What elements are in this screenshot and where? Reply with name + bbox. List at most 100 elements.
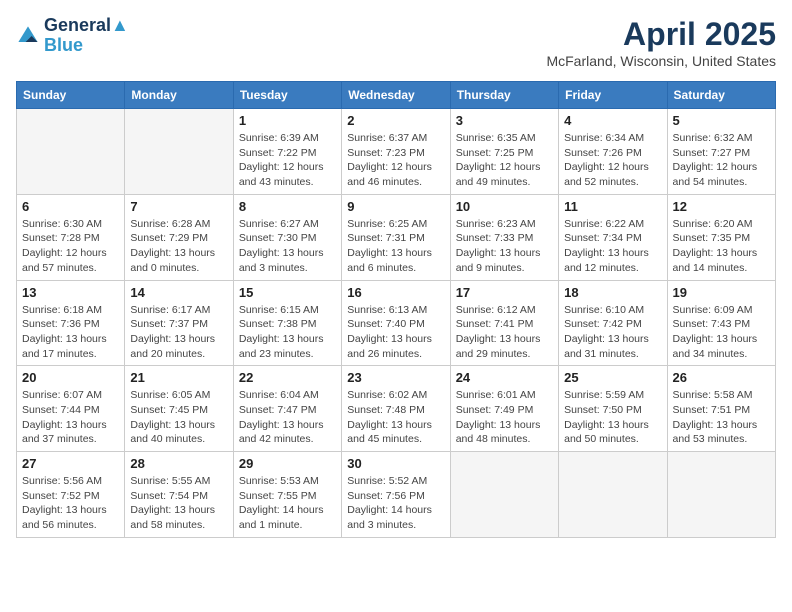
day-info: Sunrise: 6:27 AM Sunset: 7:30 PM Dayligh… [239,217,336,276]
day-info: Sunrise: 5:59 AM Sunset: 7:50 PM Dayligh… [564,388,661,447]
day-number: 29 [239,456,336,471]
day-info: Sunrise: 6:18 AM Sunset: 7:36 PM Dayligh… [22,303,119,362]
logo-icon [16,24,40,48]
calendar-cell: 1 Sunrise: 6:39 AM Sunset: 7:22 PM Daylig… [233,109,341,195]
column-header-thursday: Thursday [450,82,558,109]
day-number: 3 [456,113,553,128]
day-number: 1 [239,113,336,128]
day-info: Sunrise: 6:12 AM Sunset: 7:41 PM Dayligh… [456,303,553,362]
day-info: Sunrise: 6:17 AM Sunset: 7:37 PM Dayligh… [130,303,227,362]
calendar-cell: 23 Sunrise: 6:02 AM Sunset: 7:48 PM Dayli… [342,366,450,452]
day-info: Sunrise: 6:15 AM Sunset: 7:38 PM Dayligh… [239,303,336,362]
day-info: Sunrise: 6:37 AM Sunset: 7:23 PM Dayligh… [347,131,444,190]
calendar-title: April 2025 [546,16,776,53]
day-number: 27 [22,456,119,471]
day-number: 20 [22,370,119,385]
day-number: 25 [564,370,661,385]
calendar-cell: 25 Sunrise: 5:59 AM Sunset: 7:50 PM Dayli… [559,366,667,452]
day-info: Sunrise: 6:04 AM Sunset: 7:47 PM Dayligh… [239,388,336,447]
day-number: 14 [130,285,227,300]
calendar-cell: 3 Sunrise: 6:35 AM Sunset: 7:25 PM Daylig… [450,109,558,195]
calendar-cell [17,109,125,195]
calendar-cell: 18 Sunrise: 6:10 AM Sunset: 7:42 PM Dayli… [559,280,667,366]
column-header-tuesday: Tuesday [233,82,341,109]
day-number: 30 [347,456,444,471]
day-info: Sunrise: 5:52 AM Sunset: 7:56 PM Dayligh… [347,474,444,533]
calendar-cell: 15 Sunrise: 6:15 AM Sunset: 7:38 PM Dayli… [233,280,341,366]
logo-text: General▲ Blue [44,16,129,56]
day-number: 28 [130,456,227,471]
calendar-cell: 22 Sunrise: 6:04 AM Sunset: 7:47 PM Dayli… [233,366,341,452]
calendar-cell: 28 Sunrise: 5:55 AM Sunset: 7:54 PM Dayli… [125,452,233,538]
calendar-cell [667,452,775,538]
calendar-cell: 13 Sunrise: 6:18 AM Sunset: 7:36 PM Dayli… [17,280,125,366]
calendar-header-row: SundayMondayTuesdayWednesdayThursdayFrid… [17,82,776,109]
day-info: Sunrise: 6:09 AM Sunset: 7:43 PM Dayligh… [673,303,770,362]
day-info: Sunrise: 6:10 AM Sunset: 7:42 PM Dayligh… [564,303,661,362]
calendar-cell: 7 Sunrise: 6:28 AM Sunset: 7:29 PM Daylig… [125,194,233,280]
day-number: 16 [347,285,444,300]
day-info: Sunrise: 6:13 AM Sunset: 7:40 PM Dayligh… [347,303,444,362]
day-info: Sunrise: 6:23 AM Sunset: 7:33 PM Dayligh… [456,217,553,276]
day-number: 10 [456,199,553,214]
day-number: 18 [564,285,661,300]
calendar-cell: 17Sunrise: 6:12 AM Sunset: 7:41 PM Dayli… [450,280,558,366]
day-info: Sunrise: 6:34 AM Sunset: 7:26 PM Dayligh… [564,131,661,190]
day-number: 2 [347,113,444,128]
calendar-cell: 30 Sunrise: 5:52 AM Sunset: 7:56 PM Dayli… [342,452,450,538]
calendar-week-row: 27Sunrise: 5:56 AM Sunset: 7:52 PM Dayli… [17,452,776,538]
calendar-cell: 5Sunrise: 6:32 AM Sunset: 7:27 PM Daylig… [667,109,775,195]
column-header-monday: Monday [125,82,233,109]
calendar-subtitle: McFarland, Wisconsin, United States [546,53,776,69]
day-info: Sunrise: 6:02 AM Sunset: 7:48 PM Dayligh… [347,388,444,447]
calendar-cell: 19 Sunrise: 6:09 AM Sunset: 7:43 PM Dayli… [667,280,775,366]
calendar-cell: 21Sunrise: 6:05 AM Sunset: 7:45 PM Dayli… [125,366,233,452]
calendar-cell: 26Sunrise: 5:58 AM Sunset: 7:51 PM Dayli… [667,366,775,452]
calendar-week-row: 6 Sunrise: 6:30 AM Sunset: 7:28 PM Daylig… [17,194,776,280]
calendar-cell: 12 Sunrise: 6:20 AM Sunset: 7:35 PM Dayli… [667,194,775,280]
day-number: 4 [564,113,661,128]
title-block: April 2025 McFarland, Wisconsin, United … [546,16,776,69]
calendar-cell: 27Sunrise: 5:56 AM Sunset: 7:52 PM Dayli… [17,452,125,538]
day-info: Sunrise: 5:55 AM Sunset: 7:54 PM Dayligh… [130,474,227,533]
calendar-cell: 6 Sunrise: 6:30 AM Sunset: 7:28 PM Daylig… [17,194,125,280]
calendar-cell: 16 Sunrise: 6:13 AM Sunset: 7:40 PM Dayli… [342,280,450,366]
day-info: Sunrise: 6:30 AM Sunset: 7:28 PM Dayligh… [22,217,119,276]
calendar-cell: 8 Sunrise: 6:27 AM Sunset: 7:30 PM Daylig… [233,194,341,280]
day-number: 12 [673,199,770,214]
day-number: 19 [673,285,770,300]
calendar-week-row: 20 Sunrise: 6:07 AM Sunset: 7:44 PM Dayli… [17,366,776,452]
day-info: Sunrise: 6:35 AM Sunset: 7:25 PM Dayligh… [456,131,553,190]
day-info: Sunrise: 6:28 AM Sunset: 7:29 PM Dayligh… [130,217,227,276]
day-info: Sunrise: 6:07 AM Sunset: 7:44 PM Dayligh… [22,388,119,447]
day-number: 7 [130,199,227,214]
column-header-sunday: Sunday [17,82,125,109]
calendar-cell: 2 Sunrise: 6:37 AM Sunset: 7:23 PM Daylig… [342,109,450,195]
day-number: 21 [130,370,227,385]
day-number: 6 [22,199,119,214]
calendar-week-row: 13 Sunrise: 6:18 AM Sunset: 7:36 PM Dayli… [17,280,776,366]
day-number: 8 [239,199,336,214]
calendar-cell: 10 Sunrise: 6:23 AM Sunset: 7:33 PM Dayli… [450,194,558,280]
day-info: Sunrise: 6:22 AM Sunset: 7:34 PM Dayligh… [564,217,661,276]
column-header-saturday: Saturday [667,82,775,109]
day-info: Sunrise: 6:20 AM Sunset: 7:35 PM Dayligh… [673,217,770,276]
day-info: Sunrise: 6:39 AM Sunset: 7:22 PM Dayligh… [239,131,336,190]
calendar-table: SundayMondayTuesdayWednesdayThursdayFrid… [16,81,776,538]
column-header-wednesday: Wednesday [342,82,450,109]
day-number: 24 [456,370,553,385]
logo: General▲ Blue [16,16,129,56]
calendar-cell [125,109,233,195]
calendar-cell [450,452,558,538]
day-number: 13 [22,285,119,300]
day-number: 11 [564,199,661,214]
column-header-friday: Friday [559,82,667,109]
day-number: 23 [347,370,444,385]
calendar-cell: 14 Sunrise: 6:17 AM Sunset: 7:37 PM Dayli… [125,280,233,366]
page-header: General▲ Blue April 2025 McFarland, Wisc… [16,16,776,69]
day-number: 5 [673,113,770,128]
day-number: 22 [239,370,336,385]
calendar-cell: 9Sunrise: 6:25 AM Sunset: 7:31 PM Daylig… [342,194,450,280]
calendar-cell: 24Sunrise: 6:01 AM Sunset: 7:49 PM Dayli… [450,366,558,452]
day-number: 15 [239,285,336,300]
